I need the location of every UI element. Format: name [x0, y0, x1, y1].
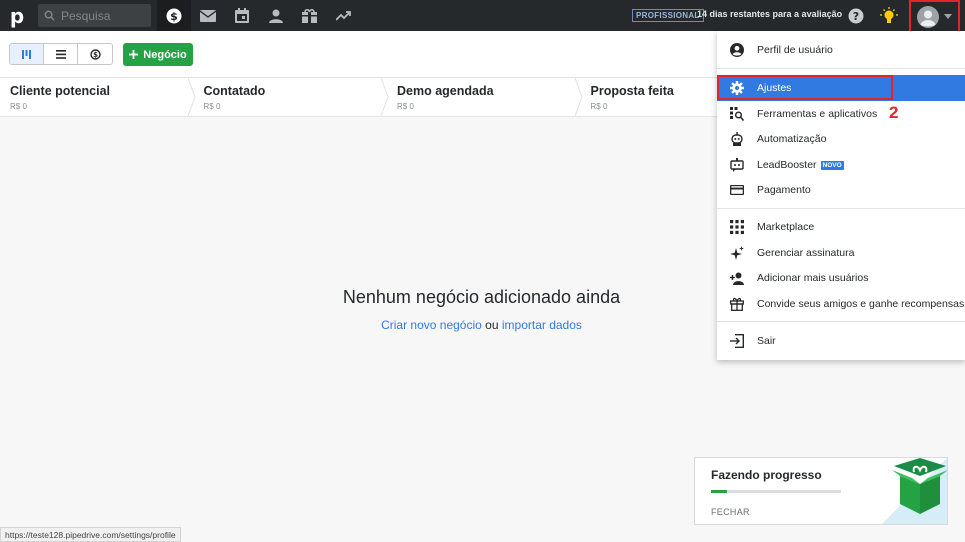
- menu-item-tools[interactable]: Ferramentas e aplicativos: [717, 101, 965, 127]
- stage-column: Demo agendada R$ 0: [387, 78, 583, 116]
- progress-card-title: Fazendo progresso: [711, 468, 822, 482]
- create-deal-link[interactable]: Criar novo negócio: [381, 318, 482, 332]
- nav-insights[interactable]: [326, 0, 360, 31]
- stage-column: Contatado R$ 0: [194, 78, 389, 116]
- menu-item-label: Perfil de usuário: [757, 44, 833, 56]
- user-circle-icon: [730, 43, 744, 57]
- menu-item-label: Pagamento: [757, 184, 811, 196]
- add-deal-button[interactable]: Negócio: [123, 43, 193, 66]
- sparkle-icon: [730, 246, 744, 260]
- menu-item-invite[interactable]: Convide seus amigos e ganhe recompensas: [717, 291, 965, 317]
- contacts-icon: [269, 9, 283, 23]
- menu-item-label: Convide seus amigos e ganhe recompensas: [757, 298, 965, 310]
- progress-card-close-button[interactable]: FECHAR: [711, 507, 750, 517]
- menu-item-billing[interactable]: Pagamento: [717, 177, 965, 203]
- svg-text:?: ?: [853, 10, 859, 23]
- progress-bar: [711, 490, 841, 493]
- view-switcher: $: [9, 43, 113, 65]
- menu-item-profile[interactable]: Perfil de usuário: [717, 37, 965, 63]
- stage-name: Demo agendada: [397, 84, 494, 98]
- help-button[interactable]: ?: [839, 0, 873, 31]
- menu-item-label: LeadBooster: [757, 159, 817, 171]
- mail-icon: [200, 9, 216, 22]
- svg-text:$: $: [93, 51, 98, 59]
- stage-amount: R$ 0: [10, 102, 27, 111]
- deals-icon: $: [166, 8, 182, 23]
- svg-text:$: $: [170, 10, 178, 23]
- products-icon: [301, 8, 317, 23]
- stage-amount: R$ 0: [203, 102, 221, 111]
- menu-item-logout[interactable]: Sair: [717, 328, 965, 354]
- browser-status-url: https://teste128.pipedrive.com/settings/…: [0, 527, 181, 542]
- tips-button[interactable]: [872, 0, 906, 31]
- calendar-icon: [235, 8, 249, 23]
- menu-item-label: Ferramentas e aplicativos: [757, 108, 878, 120]
- help-icon: ?: [848, 8, 864, 23]
- plus-icon: [129, 50, 139, 59]
- tools-search-icon: [730, 107, 744, 121]
- nav-deals[interactable]: $: [157, 0, 191, 31]
- menu-item-label: Marketplace: [757, 221, 815, 233]
- or-text: ou: [485, 318, 499, 332]
- gift-box-illustration: [882, 458, 947, 524]
- menu-item-add-users[interactable]: Adicionar mais usuários: [717, 265, 965, 291]
- avatar: [917, 5, 939, 28]
- credit-card-icon: [730, 185, 744, 195]
- nav-products[interactable]: [292, 0, 326, 31]
- pipedrive-logo[interactable]: p: [0, 0, 34, 31]
- plan-badge: PROFISSIONAL: [632, 9, 704, 22]
- caret-down-icon: [944, 14, 952, 19]
- stage-name: Contatado: [203, 84, 266, 98]
- import-data-link[interactable]: importar dados: [502, 318, 582, 332]
- forecast-view-button[interactable]: $: [78, 44, 112, 64]
- stage-amount: R$ 0: [397, 102, 414, 111]
- menu-item-label: Sair: [757, 335, 776, 347]
- annotation-step-2: 2: [889, 103, 899, 122]
- menu-item-leadbooster[interactable]: LeadBooster NOVO: [717, 152, 965, 178]
- nav-mail[interactable]: [191, 0, 225, 31]
- nav-activities[interactable]: [225, 0, 259, 31]
- top-navigation-bar: p $ PROFISSIONAL 14 dias restantes para …: [0, 0, 965, 31]
- pipeline-view-button[interactable]: [10, 44, 44, 64]
- profile-menu-button[interactable]: [909, 0, 960, 33]
- menu-divider: [717, 321, 965, 322]
- list-view-icon: [55, 49, 66, 59]
- gift-icon: [730, 297, 744, 311]
- settings-highlight-box: [717, 75, 893, 100]
- menu-item-subscription[interactable]: Gerenciar assinatura: [717, 240, 965, 266]
- trial-remaining-text[interactable]: 14 dias restantes para a avaliação: [697, 9, 842, 19]
- list-view-button[interactable]: [44, 44, 78, 64]
- menu-item-label: Automatização: [757, 133, 827, 145]
- insights-icon: [335, 10, 351, 21]
- pipeline-view-icon: [22, 49, 31, 59]
- forecast-view-icon: $: [89, 48, 101, 60]
- logout-icon: [730, 334, 744, 348]
- add-deal-label: Negócio: [143, 48, 187, 61]
- new-badge: NOVO: [820, 160, 844, 170]
- menu-item-label: Adicionar mais usuários: [757, 272, 869, 284]
- search-input[interactable]: [61, 8, 141, 23]
- menu-divider: [717, 208, 965, 209]
- stage-column: Cliente potencial R$ 0: [0, 78, 196, 116]
- stage-name: Cliente potencial: [10, 84, 111, 98]
- chatbot-icon: [730, 158, 744, 172]
- progress-bar-fill: [711, 490, 727, 493]
- onboarding-progress-card: Fazendo progresso FECHAR: [694, 457, 948, 525]
- lightbulb-icon: [880, 6, 898, 23]
- robot-icon: [731, 132, 743, 146]
- menu-item-marketplace[interactable]: Marketplace: [717, 214, 965, 240]
- search-icon: [44, 10, 55, 21]
- search-box[interactable]: [38, 4, 151, 27]
- menu-item-automation[interactable]: Automatização: [717, 126, 965, 152]
- grid-apps-icon: [730, 220, 744, 234]
- menu-item-label: Gerenciar assinatura: [757, 247, 855, 259]
- add-user-icon: [730, 272, 744, 285]
- menu-divider: [717, 68, 965, 69]
- nav-contacts[interactable]: [259, 0, 293, 31]
